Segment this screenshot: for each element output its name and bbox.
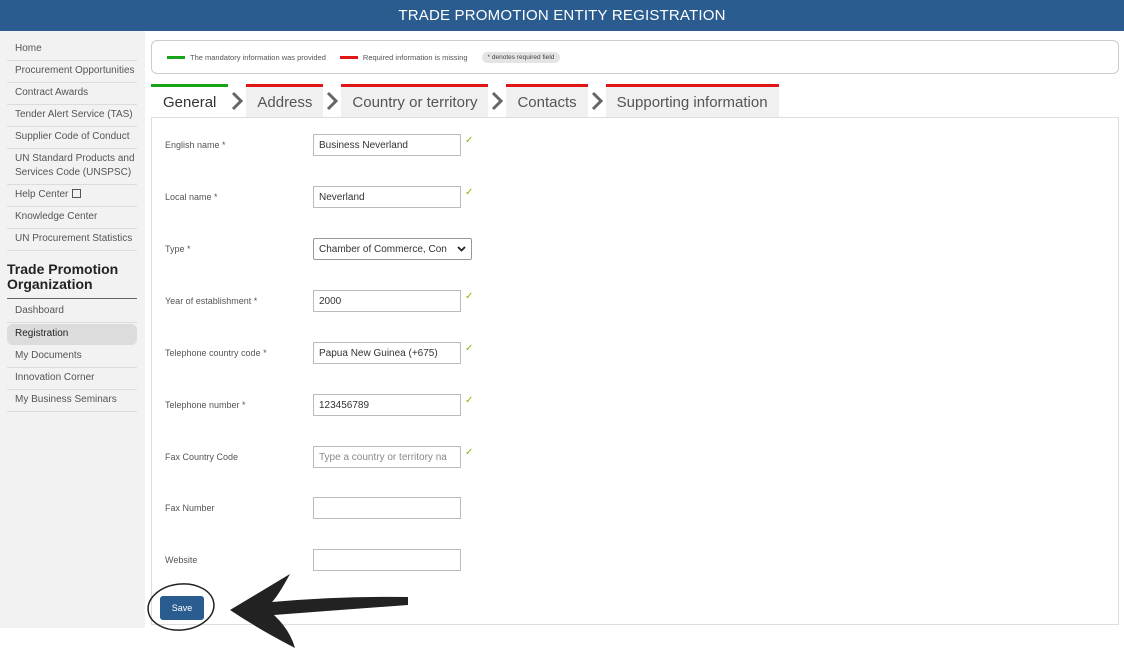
local-name-label: Local name * <box>165 192 218 202</box>
tab-general[interactable]: General <box>151 84 229 117</box>
chevron-right-icon <box>488 84 507 117</box>
sidebar-item-home[interactable]: Home <box>7 39 137 61</box>
sidebar: Home Procurement Opportunities Contract … <box>0 31 145 628</box>
tel-code-input[interactable]: Papua New Guinea (+675) <box>313 342 461 364</box>
sidebar-item-contract-awards[interactable]: Contract Awards <box>7 83 137 105</box>
form-row-year: Year of establishment * 2000 ✓ <box>152 290 652 314</box>
page-header: TRADE PROMOTION ENTITY REGISTRATION <box>0 0 1124 31</box>
sidebar-item-help-center[interactable]: Help Center <box>7 185 137 207</box>
form-row-type: Type * Chamber of Commerce, Con <box>152 238 652 262</box>
website-input[interactable] <box>313 549 461 571</box>
local-name-input[interactable]: Neverland <box>313 186 461 208</box>
fax-number-label: Fax Number <box>165 503 215 513</box>
sidebar-item-supplier-code[interactable]: Supplier Code of Conduct <box>7 127 137 149</box>
check-icon: ✓ <box>465 395 474 406</box>
registration-tabs: General Address Country or territory Con… <box>151 83 779 117</box>
tab-supporting-information[interactable]: Supporting information <box>605 84 779 117</box>
type-select[interactable]: Chamber of Commerce, Con <box>313 238 472 260</box>
form-row-local-name: Local name * Neverland ✓ <box>152 186 652 210</box>
green-bar-icon <box>167 55 185 59</box>
english-name-label: English name * <box>165 140 226 150</box>
external-link-icon <box>72 189 82 198</box>
chevron-right-icon <box>587 84 606 117</box>
year-input[interactable]: 2000 <box>313 290 461 312</box>
sidebar-item-dashboard[interactable]: Dashboard <box>7 301 137 323</box>
sidebar-item-procurement-opportunities[interactable]: Procurement Opportunities <box>7 61 137 83</box>
annotation-arrow-icon <box>147 574 408 648</box>
form-row-tel-number: Telephone number * 123456789 ✓ <box>152 394 652 418</box>
page-title: TRADE PROMOTION ENTITY REGISTRATION <box>398 7 726 24</box>
form-row-tel-code: Telephone country code * Papua New Guine… <box>152 342 652 366</box>
tel-code-label: Telephone country code * <box>165 348 267 358</box>
sidebar-item-my-business-seminars[interactable]: My Business Seminars <box>7 390 137 412</box>
sidebar-item-innovation-corner[interactable]: Innovation Corner <box>7 368 137 390</box>
required-field-badge: * denotes required field <box>481 51 561 63</box>
english-name-input[interactable]: Business Neverland <box>313 134 461 156</box>
sidebar-item-knowledge-center[interactable]: Knowledge Center <box>7 207 137 229</box>
check-icon: ✓ <box>465 447 474 458</box>
fax-code-label: Fax Country Code <box>165 452 239 462</box>
tab-address[interactable]: Address <box>246 84 324 117</box>
main-content: The mandatory information was provided R… <box>145 31 1124 628</box>
tab-contacts[interactable]: Contacts <box>506 84 588 117</box>
sidebar-item-un-procurement-statistics[interactable]: UN Procurement Statistics <box>7 229 137 251</box>
tel-number-label: Telephone number * <box>165 400 246 410</box>
general-form: English name * Business Neverland ✓ Loca… <box>151 117 1119 625</box>
legend-missing: Required information is missing <box>339 52 468 62</box>
check-icon: ✓ <box>465 187 474 198</box>
legend-missing-text: Required information is missing <box>362 52 468 62</box>
check-icon: ✓ <box>465 343 474 354</box>
legend-provided: The mandatory information was provided <box>167 53 326 62</box>
check-icon: ✓ <box>465 135 474 146</box>
status-legend: The mandatory information was provided R… <box>151 40 1119 74</box>
fax-number-input[interactable] <box>313 497 461 519</box>
tel-number-input[interactable]: 123456789 <box>313 394 461 416</box>
sidebar-item-unspsc[interactable]: UN Standard Products and Services Code (… <box>7 149 137 185</box>
sidebar-item-my-documents[interactable]: My Documents <box>7 346 137 368</box>
chevron-right-icon <box>228 84 247 117</box>
sidebar-section-heading: Trade Promotion Organization <box>7 251 137 299</box>
type-label: Type * <box>165 244 191 254</box>
sidebar-item-tender-alert-service[interactable]: Tender Alert Service (TAS) <box>7 105 137 127</box>
chevron-right-icon <box>323 84 342 117</box>
form-row-english-name: English name * Business Neverland ✓ <box>152 134 652 158</box>
fax-code-input[interactable]: Type a country or territory na <box>313 446 461 468</box>
legend-provided-text: The mandatory information was provided <box>190 52 326 62</box>
form-row-fax-code: Fax Country Code Type a country or terri… <box>152 446 652 470</box>
tab-country-or-territory[interactable]: Country or territory <box>341 84 489 117</box>
check-icon: ✓ <box>465 291 474 302</box>
form-row-fax-number: Fax Number <box>152 497 652 521</box>
type-select-value: Chamber of Commerce, Con <box>319 243 447 255</box>
sidebar-item-label: Help Center <box>15 189 69 200</box>
red-bar-icon <box>339 55 358 59</box>
year-label: Year of establishment * <box>165 296 258 306</box>
chevron-down-icon <box>457 246 466 252</box>
website-label: Website <box>165 555 198 565</box>
sidebar-item-registration[interactable]: Registration <box>7 324 137 345</box>
